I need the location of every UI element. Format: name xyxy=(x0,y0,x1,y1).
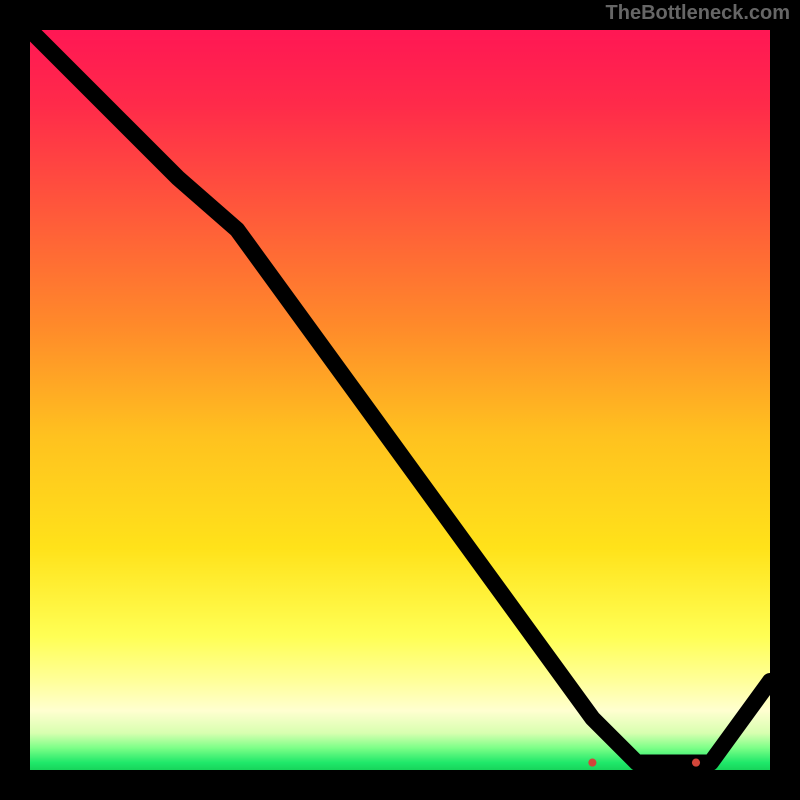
curve-layer xyxy=(30,30,770,770)
chart-stage: TheBottleneck.com xyxy=(0,0,800,800)
plot-area xyxy=(30,30,770,770)
main-curve xyxy=(30,30,770,763)
marker-dot xyxy=(588,759,596,767)
watermark-label: TheBottleneck.com xyxy=(606,2,790,25)
bottom-marker-cluster xyxy=(588,759,700,767)
marker-dot xyxy=(692,759,700,767)
